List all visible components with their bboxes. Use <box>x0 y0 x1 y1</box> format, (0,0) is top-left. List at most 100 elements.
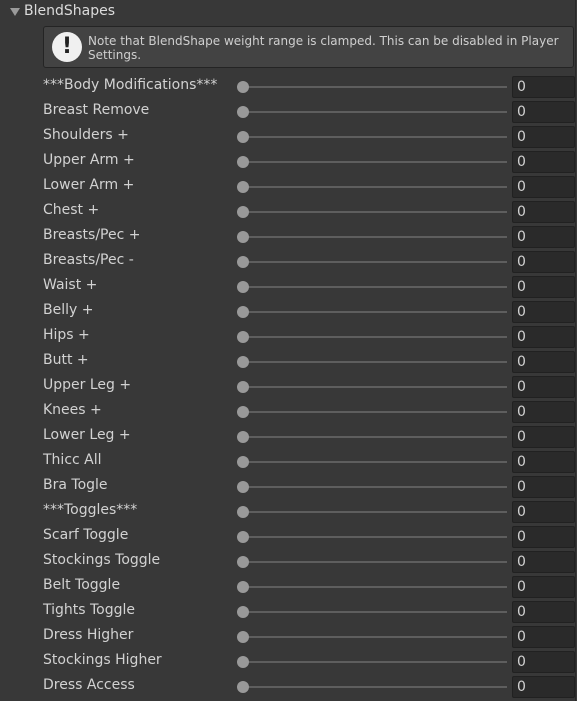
slider-track[interactable] <box>241 511 507 513</box>
blendshape-slider[interactable] <box>237 155 507 169</box>
slider-track[interactable] <box>241 636 507 638</box>
blendshape-slider[interactable] <box>237 355 507 369</box>
slider-thumb[interactable] <box>237 281 249 293</box>
blendshape-value-field[interactable]: 0 <box>512 401 575 423</box>
slider-thumb[interactable] <box>237 481 249 493</box>
blendshape-value-field[interactable]: 0 <box>512 451 575 473</box>
blendshape-slider[interactable] <box>237 105 507 119</box>
slider-thumb[interactable] <box>237 456 249 468</box>
slider-thumb[interactable] <box>237 231 249 243</box>
slider-track[interactable] <box>241 486 507 488</box>
blendshape-value-field[interactable]: 0 <box>512 476 575 498</box>
slider-thumb[interactable] <box>237 656 249 668</box>
blendshape-value-field[interactable]: 0 <box>512 301 575 323</box>
slider-track[interactable] <box>241 286 507 288</box>
blendshape-slider[interactable] <box>237 205 507 219</box>
slider-track[interactable] <box>241 236 507 238</box>
blendshape-value-field[interactable]: 0 <box>512 76 575 98</box>
slider-thumb[interactable] <box>237 581 249 593</box>
blendshape-value-field[interactable]: 0 <box>512 551 575 573</box>
slider-thumb[interactable] <box>237 156 249 168</box>
blendshape-value-field[interactable]: 0 <box>512 376 575 398</box>
blendshape-slider[interactable] <box>237 655 507 669</box>
blendshape-value-field[interactable]: 0 <box>512 351 575 373</box>
blendshape-value-field[interactable]: 0 <box>512 276 575 298</box>
blendshape-slider[interactable] <box>237 280 507 294</box>
slider-track[interactable] <box>241 536 507 538</box>
slider-track[interactable] <box>241 136 507 138</box>
slider-track[interactable] <box>241 336 507 338</box>
slider-thumb[interactable] <box>237 681 249 693</box>
slider-thumb[interactable] <box>237 631 249 643</box>
blendshape-value-field[interactable]: 0 <box>512 676 575 698</box>
blendshape-value-field[interactable]: 0 <box>512 201 575 223</box>
slider-thumb[interactable] <box>237 131 249 143</box>
slider-thumb[interactable] <box>237 306 249 318</box>
blendshape-slider[interactable] <box>237 380 507 394</box>
blendshape-value-field[interactable]: 0 <box>512 126 575 148</box>
blendshape-slider[interactable] <box>237 630 507 644</box>
slider-track[interactable] <box>241 611 507 613</box>
slider-track[interactable] <box>241 186 507 188</box>
blendshape-slider[interactable] <box>237 530 507 544</box>
blendshape-value-field[interactable]: 0 <box>512 651 575 673</box>
blendshape-value-field[interactable]: 0 <box>512 151 575 173</box>
blendshape-value-field[interactable]: 0 <box>512 526 575 548</box>
foldout-arrow-icon[interactable] <box>10 8 20 16</box>
slider-track[interactable] <box>241 686 507 688</box>
blendshape-slider[interactable] <box>237 680 507 694</box>
slider-thumb[interactable] <box>237 406 249 418</box>
blendshape-slider[interactable] <box>237 605 507 619</box>
blendshape-slider[interactable] <box>237 255 507 269</box>
slider-thumb[interactable] <box>237 81 249 93</box>
slider-track[interactable] <box>241 661 507 663</box>
slider-thumb[interactable] <box>237 381 249 393</box>
slider-track[interactable] <box>241 461 507 463</box>
blendshape-slider[interactable] <box>237 230 507 244</box>
slider-track[interactable] <box>241 411 507 413</box>
blendshape-slider[interactable] <box>237 180 507 194</box>
slider-track[interactable] <box>241 586 507 588</box>
blendshape-slider[interactable] <box>237 430 507 444</box>
foldout-label[interactable]: BlendShapes <box>24 3 115 19</box>
slider-thumb[interactable] <box>237 206 249 218</box>
slider-track[interactable] <box>241 261 507 263</box>
blendshape-value-field[interactable]: 0 <box>512 226 575 248</box>
slider-track[interactable] <box>241 386 507 388</box>
blendshape-value-field[interactable]: 0 <box>512 501 575 523</box>
blendshape-slider[interactable] <box>237 130 507 144</box>
slider-thumb[interactable] <box>237 181 249 193</box>
slider-thumb[interactable] <box>237 506 249 518</box>
slider-thumb[interactable] <box>237 106 249 118</box>
slider-thumb[interactable] <box>237 531 249 543</box>
blendshape-slider[interactable] <box>237 555 507 569</box>
blendshape-value-field[interactable]: 0 <box>512 176 575 198</box>
slider-thumb[interactable] <box>237 356 249 368</box>
blendshape-value-field[interactable]: 0 <box>512 426 575 448</box>
blendshape-slider[interactable] <box>237 305 507 319</box>
slider-track[interactable] <box>241 561 507 563</box>
slider-thumb[interactable] <box>237 256 249 268</box>
blendshape-value-field[interactable]: 0 <box>512 601 575 623</box>
slider-thumb[interactable] <box>237 556 249 568</box>
blendshape-slider[interactable] <box>237 480 507 494</box>
slider-track[interactable] <box>241 436 507 438</box>
blendshapes-foldout[interactable]: BlendShapes <box>0 0 575 24</box>
blendshape-slider[interactable] <box>237 405 507 419</box>
blendshape-slider[interactable] <box>237 505 507 519</box>
slider-track[interactable] <box>241 86 507 88</box>
blendshape-value-field[interactable]: 0 <box>512 576 575 598</box>
blendshape-slider[interactable] <box>237 330 507 344</box>
slider-track[interactable] <box>241 161 507 163</box>
blendshape-value-field[interactable]: 0 <box>512 626 575 648</box>
slider-track[interactable] <box>241 311 507 313</box>
slider-track[interactable] <box>241 111 507 113</box>
blendshape-value-field[interactable]: 0 <box>512 101 575 123</box>
blendshape-value-field[interactable]: 0 <box>512 326 575 348</box>
slider-track[interactable] <box>241 361 507 363</box>
blendshape-slider[interactable] <box>237 580 507 594</box>
blendshape-slider[interactable] <box>237 455 507 469</box>
slider-thumb[interactable] <box>237 606 249 618</box>
blendshape-slider[interactable] <box>237 80 507 94</box>
slider-thumb[interactable] <box>237 331 249 343</box>
